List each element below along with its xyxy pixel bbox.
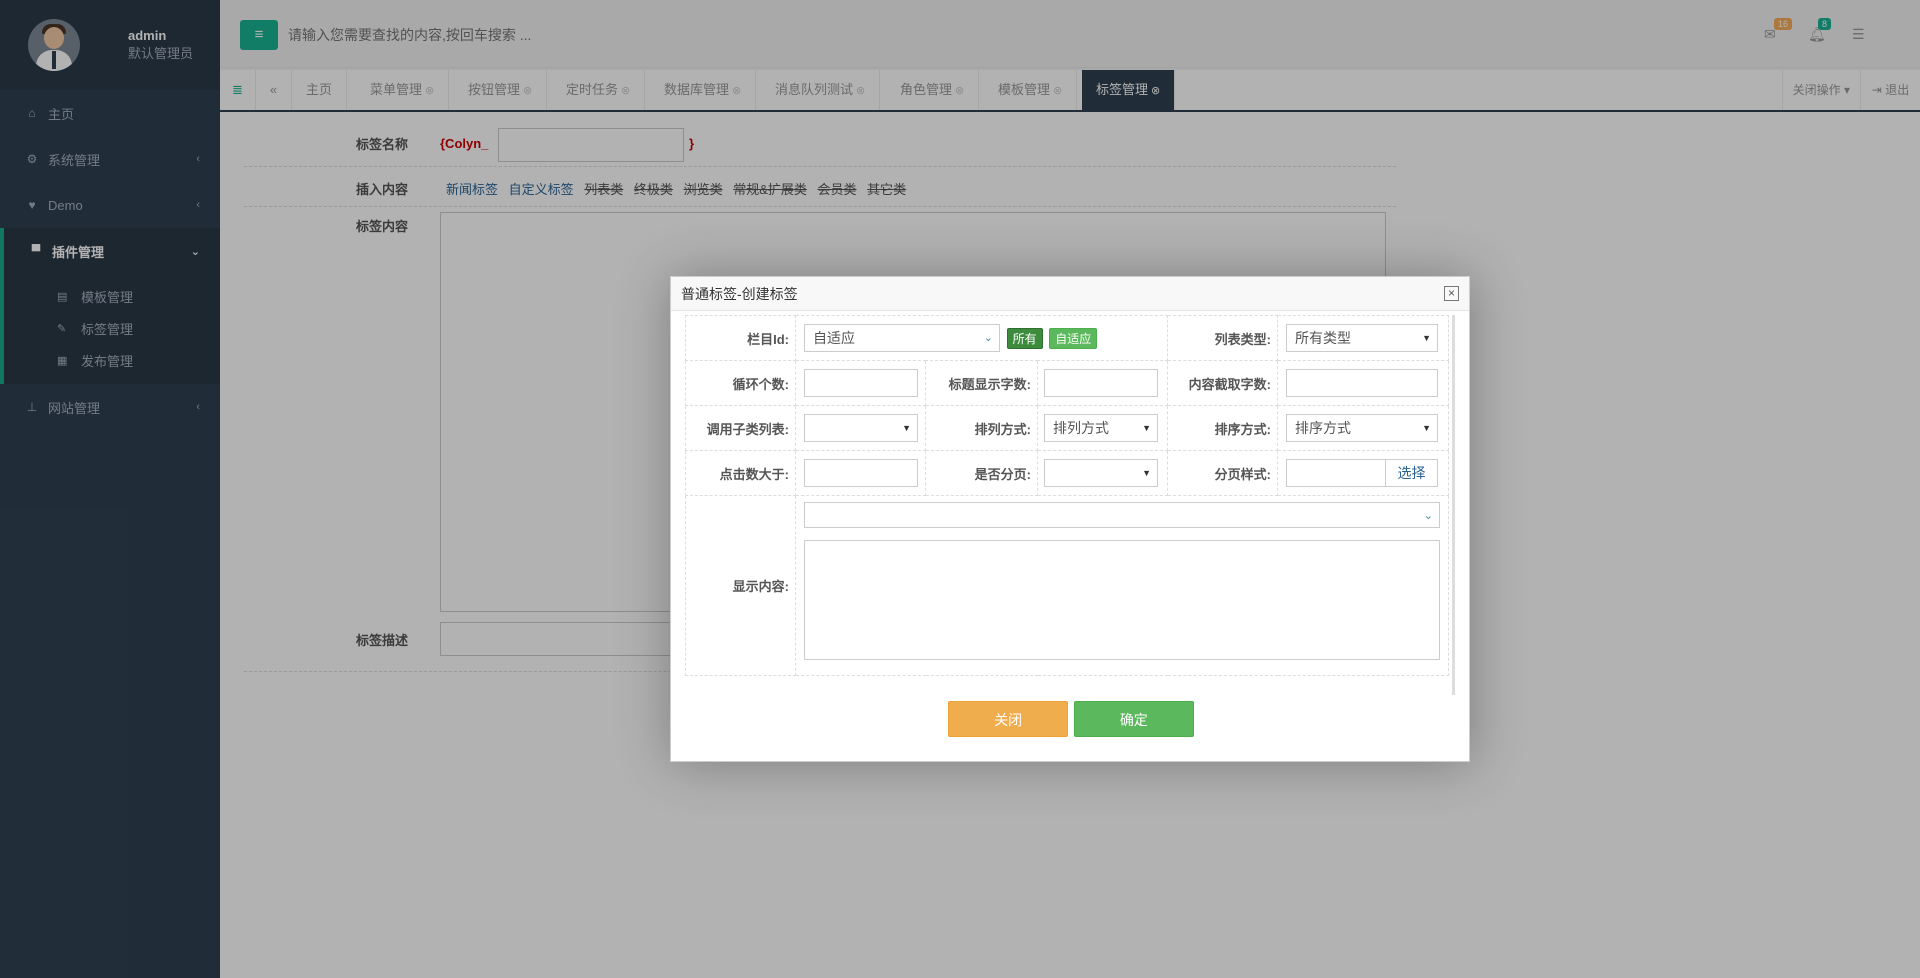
sub-list-label: 调用子类列表: bbox=[685, 405, 796, 451]
dialog-header: 普通标签-创建标签 bbox=[671, 277, 1469, 311]
paging-label: 是否分页: bbox=[925, 450, 1038, 496]
arrange-select[interactable]: 排列方式 ▼ bbox=[1044, 414, 1158, 442]
list-type-select[interactable]: 所有类型 ▼ bbox=[1286, 324, 1438, 352]
clicks-input[interactable] bbox=[804, 459, 918, 487]
chevron-down-icon: ⌄ bbox=[983, 332, 993, 344]
column-all-button[interactable]: 所有 bbox=[1006, 327, 1043, 349]
confirm-button[interactable]: 确定 bbox=[1073, 701, 1194, 737]
chevron-down-icon: ⌄ bbox=[1423, 510, 1433, 522]
title-chars-input[interactable] bbox=[1044, 369, 1158, 397]
column-id-select[interactable]: 自适应 ⌄ bbox=[804, 324, 1000, 352]
display-template-select[interactable]: ⌄ bbox=[804, 502, 1440, 528]
page-style-input[interactable] bbox=[1286, 459, 1386, 487]
caret-down-icon: ▼ bbox=[1422, 423, 1431, 433]
caret-down-icon: ▼ bbox=[1422, 333, 1431, 343]
column-id-label: 栏目Id: bbox=[685, 315, 796, 361]
list-type-value: 所有类型 bbox=[1295, 330, 1351, 346]
sort-select[interactable]: 排序方式 ▼ bbox=[1286, 414, 1438, 442]
page-style-label: 分页样式: bbox=[1167, 450, 1278, 496]
column-id-value: 自适应 bbox=[813, 330, 855, 346]
caret-down-icon: ▼ bbox=[902, 423, 911, 433]
arrange-value: 排列方式 bbox=[1053, 420, 1109, 436]
list-type-label: 列表类型: bbox=[1167, 315, 1278, 361]
loop-count-input[interactable] bbox=[804, 369, 918, 397]
column-adaptive-button[interactable]: 自适应 bbox=[1049, 327, 1098, 349]
display-content-textarea[interactable] bbox=[804, 540, 1440, 660]
loop-count-label: 循环个数: bbox=[685, 360, 796, 406]
dialog-footer: 关闭 确定 bbox=[671, 701, 1471, 741]
dialog-title: 普通标签-创建标签 bbox=[681, 286, 798, 302]
caret-down-icon: ▼ bbox=[1142, 468, 1151, 478]
sort-label: 排序方式: bbox=[1167, 405, 1278, 451]
dialog-close-icon[interactable]: × bbox=[1444, 286, 1459, 301]
clicks-label: 点击数大于: bbox=[685, 450, 796, 496]
display-content-label: 显示内容: bbox=[685, 495, 796, 676]
content-chars-label: 内容截取字数: bbox=[1167, 360, 1278, 406]
dialog-body: 栏目Id: 自适应 ⌄ 所有 自适应 列表类型: 所有类型 ▼ 循环个数: 标题显示… bbox=[685, 315, 1455, 695]
sub-list-select[interactable]: ▼ bbox=[804, 414, 918, 442]
arrange-label: 排列方式: bbox=[925, 405, 1038, 451]
close-button[interactable]: 关闭 bbox=[948, 701, 1069, 737]
content-chars-input[interactable] bbox=[1286, 369, 1438, 397]
page-style-pick-button[interactable]: 选择 bbox=[1386, 459, 1438, 487]
caret-down-icon: ▼ bbox=[1142, 423, 1151, 433]
create-tag-dialog: 普通标签-创建标签 × 栏目Id: 自适应 ⌄ 所有 自适应 列表类型: 所有类型… bbox=[670, 276, 1470, 762]
sort-value: 排序方式 bbox=[1295, 420, 1351, 436]
paging-select[interactable]: ▼ bbox=[1044, 459, 1158, 487]
title-chars-label: 标题显示字数: bbox=[925, 360, 1038, 406]
